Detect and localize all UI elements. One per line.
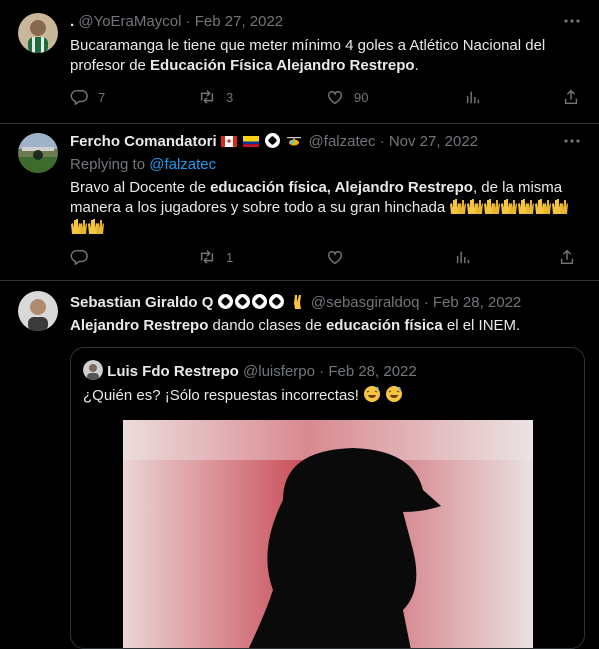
- replying-to-label: Replying to: [70, 156, 146, 173]
- separator: ·: [379, 133, 385, 150]
- tweet-date[interactable]: Nov 27, 2022: [389, 133, 478, 150]
- handle[interactable]: @YoEraMaycol: [78, 13, 181, 30]
- soccer-ball-icon: [217, 294, 233, 309]
- raised-hands-icon: [484, 199, 501, 214]
- like-count: 90: [354, 89, 369, 105]
- share-button[interactable]: [562, 88, 580, 106]
- soccer-ball-icon: [265, 133, 281, 148]
- helicopter-icon: [287, 137, 302, 146]
- text-bold-segment: Educación Física Alejandro Restrepo: [150, 57, 415, 74]
- reply-count: 7: [98, 89, 106, 105]
- retweet-count: 3: [226, 89, 234, 105]
- views-button[interactable]: [464, 88, 482, 106]
- retweet-icon: [200, 250, 214, 264]
- soccer-ball-icon: [234, 294, 250, 309]
- tweet-header: . @YoEraMaycol · Feb 27, 2022: [70, 13, 283, 30]
- raised-hands-icon: [535, 199, 552, 214]
- avatar[interactable]: [18, 291, 58, 331]
- share-icon: [564, 89, 578, 105]
- raised-hands-icon: [450, 199, 467, 214]
- reply-button[interactable]: 7: [70, 88, 105, 106]
- views-button[interactable]: [454, 248, 472, 266]
- raised-hands-icon: [552, 199, 569, 214]
- display-name[interactable]: Fercho Comandatori: [70, 133, 217, 150]
- grinning-sweat-icon: [386, 386, 403, 402]
- tweet-text: Bucaramanga le tiene que meter mínimo 4 …: [70, 36, 579, 76]
- grinning-sweat-icon: [364, 386, 381, 402]
- more-icon[interactable]: [563, 132, 581, 155]
- tweet-header: Sebastian Giraldo Q @sebasgiraldoq · Feb…: [70, 293, 521, 311]
- views-icon: [456, 251, 470, 264]
- canada-flag-icon: [220, 136, 237, 147]
- handle[interactable]: @falzatec: [309, 133, 376, 150]
- text-bold-segment: educación física: [325, 317, 443, 334]
- reply-icon: [70, 249, 88, 266]
- raised-hands-icon: [518, 199, 535, 214]
- separator: ·: [423, 294, 429, 311]
- share-button[interactable]: [558, 248, 576, 266]
- soccer-ball-icon: [251, 294, 267, 309]
- reply-icon: [70, 89, 88, 106]
- quoted-text: ¿Quién es? ¡Sólo respuestas incorrectas!: [83, 385, 403, 404]
- separator: ·: [185, 13, 191, 30]
- text-segment: Bravo al Docente de: [70, 179, 211, 196]
- quoted-photo[interactable]: [123, 420, 533, 648]
- quoted-tweet[interactable]: Luis Fdo Restrepo @luisferpo · Feb 28, 2…: [70, 347, 585, 649]
- soccer-ball-icon: [268, 294, 284, 309]
- reply-button[interactable]: [70, 248, 98, 266]
- retweet-button[interactable]: 3: [198, 88, 233, 106]
- replying-to-handle[interactable]: @falzatec: [149, 156, 216, 173]
- name-emojis: [220, 133, 309, 150]
- retweet-button[interactable]: 1: [198, 248, 233, 266]
- raised-hands-icon: [88, 219, 104, 234]
- tweet-text: Bravo al Docente de educación física, Al…: [70, 178, 579, 238]
- tweet-actions: 7 3 90: [70, 88, 580, 108]
- like-button[interactable]: 90: [326, 88, 368, 106]
- like-button[interactable]: [326, 248, 354, 266]
- heart-icon: [327, 90, 343, 105]
- tweet-date[interactable]: Feb 28, 2022: [433, 294, 521, 311]
- tweet-actions: 1: [70, 248, 580, 268]
- heart-icon: [327, 250, 343, 265]
- share-icon: [560, 249, 574, 265]
- tweet-date[interactable]: Feb 27, 2022: [195, 13, 283, 30]
- text-bold-segment: Alejandro Restrepo: [70, 317, 209, 334]
- victory-hand-icon: [293, 295, 301, 309]
- avatar[interactable]: [18, 133, 58, 173]
- avatar[interactable]: [83, 360, 103, 380]
- quoted-header: Luis Fdo Restrepo @luisferpo · Feb 28, 2…: [83, 360, 417, 380]
- display-name[interactable]: Sebastian Giraldo Q: [70, 294, 213, 311]
- colombia-flag-icon: [243, 136, 260, 147]
- display-name[interactable]: Luis Fdo Restrepo: [107, 363, 239, 380]
- tweet-2[interactable]: Fercho Comandatori @falzatec · Nov 27, 2…: [0, 124, 599, 281]
- raised-hands-icon: [467, 199, 484, 214]
- handle[interactable]: @sebasgiraldoq: [311, 294, 420, 311]
- retweet-count: 1: [226, 249, 234, 265]
- retweet-icon: [200, 90, 214, 104]
- raised-hands-icon: [71, 219, 87, 234]
- display-name[interactable]: .: [70, 13, 74, 30]
- text-segment: dando clases de: [208, 317, 326, 334]
- raised-hands-icon: [501, 199, 518, 214]
- views-icon: [466, 91, 480, 104]
- text-bold-segment: educación física, Alejandro Restrepo: [210, 179, 473, 196]
- avatar[interactable]: [18, 13, 58, 53]
- replying-to-line: Replying to @falzatec: [70, 155, 579, 175]
- text-segment: ¿Quién es? ¡Sólo respuestas incorrectas!: [83, 387, 359, 404]
- text-segment: el el INEM.: [442, 317, 521, 334]
- tweet-date[interactable]: Feb 28, 2022: [328, 363, 416, 380]
- tweet-text: Alejandro Restrepo dando clases de educa…: [70, 316, 579, 336]
- tweet-header: Fercho Comandatori @falzatec · Nov 27, 2…: [70, 133, 478, 150]
- more-icon[interactable]: [563, 12, 581, 35]
- name-emojis: [217, 294, 311, 311]
- handle[interactable]: @luisferpo: [243, 363, 315, 380]
- separator: ·: [319, 363, 325, 380]
- tweet-1[interactable]: . @YoEraMaycol · Feb 27, 2022 Bucaramang…: [0, 0, 599, 124]
- text-segment: .: [414, 57, 419, 74]
